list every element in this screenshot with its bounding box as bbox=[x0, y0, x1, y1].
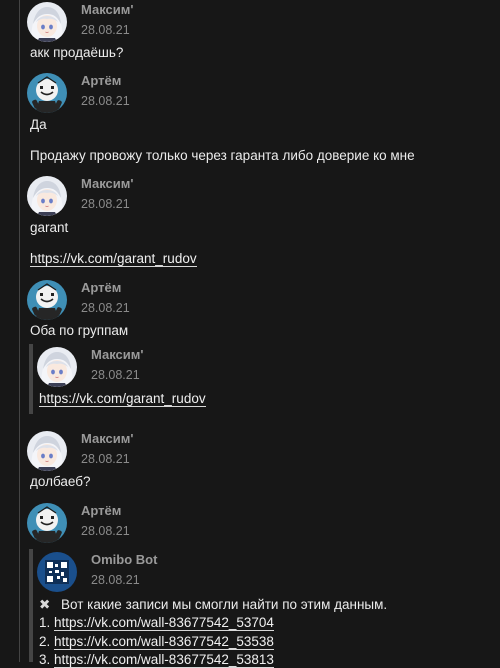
result-link[interactable]: https://vk.com/wall-83677542_53813 bbox=[54, 652, 274, 668]
result-item: 2. https://vk.com/wall-83677542_53538 bbox=[39, 634, 274, 650]
message-date: 28.08.21 bbox=[81, 524, 130, 538]
marshmello-avatar-icon bbox=[27, 280, 67, 320]
result-item: 3. https://vk.com/wall-83677542_53813 bbox=[39, 652, 274, 668]
avatar[interactable] bbox=[27, 2, 67, 42]
author-name[interactable]: Omibo Bot bbox=[91, 552, 157, 567]
author-name[interactable]: Максим' bbox=[81, 431, 133, 446]
anime-girl-avatar-icon bbox=[27, 2, 67, 42]
message-text: Оба по группам bbox=[30, 323, 129, 338]
message-link[interactable]: https://vk.com/garant_rudov bbox=[39, 391, 206, 407]
message-date: 28.08.21 bbox=[91, 368, 140, 382]
author-name[interactable]: Артём bbox=[81, 280, 121, 295]
anime-girl-avatar-icon bbox=[37, 347, 77, 387]
pin-icon: ✖ bbox=[39, 597, 51, 612]
anime-girl-avatar-icon bbox=[27, 176, 67, 216]
avatar[interactable] bbox=[27, 431, 67, 471]
author-name[interactable]: Максим' bbox=[81, 176, 133, 191]
message-link[interactable]: https://vk.com/garant_rudov bbox=[30, 251, 197, 267]
message-date: 28.08.21 bbox=[81, 197, 130, 211]
avatar[interactable] bbox=[27, 73, 67, 113]
author-name[interactable]: Максим' bbox=[81, 2, 133, 17]
message-text: акк продаёшь? bbox=[30, 45, 124, 60]
avatar[interactable] bbox=[27, 176, 67, 216]
quote-bar bbox=[29, 549, 33, 662]
result-number: 1. bbox=[39, 615, 51, 630]
bot-message-line: ✖ Вот какие записи мы смогли найти по эти… bbox=[39, 597, 387, 613]
avatar[interactable] bbox=[27, 280, 67, 320]
author-name[interactable]: Артём bbox=[81, 503, 121, 518]
message-date: 28.08.21 bbox=[81, 452, 130, 466]
result-number: 2. bbox=[39, 634, 51, 649]
message-date: 28.08.21 bbox=[81, 23, 130, 37]
author-name[interactable]: Максим' bbox=[91, 347, 143, 362]
message-text: garant bbox=[30, 220, 69, 235]
result-link[interactable]: https://vk.com/wall-83677542_53704 bbox=[54, 615, 274, 631]
message-date: 28.08.21 bbox=[81, 301, 130, 315]
message-date: 28.08.21 bbox=[91, 573, 140, 587]
result-number: 3. bbox=[39, 652, 51, 667]
thread-rail bbox=[19, 0, 20, 662]
marshmello-avatar-icon bbox=[27, 73, 67, 113]
anime-girl-avatar-icon bbox=[27, 431, 67, 471]
message-text: Да bbox=[30, 117, 47, 132]
result-link[interactable]: https://vk.com/wall-83677542_53538 bbox=[54, 634, 274, 650]
author-name[interactable]: Артём bbox=[81, 73, 121, 88]
qr-code-avatar-icon bbox=[37, 552, 77, 592]
message-text: Продажу провожу только через гаранта либ… bbox=[30, 148, 415, 163]
quote-bar bbox=[29, 344, 33, 414]
message-text: долбаеб? bbox=[30, 474, 91, 489]
marshmello-avatar-icon bbox=[27, 503, 67, 543]
avatar[interactable] bbox=[37, 552, 77, 592]
avatar[interactable] bbox=[37, 347, 77, 387]
quoted-link-line: https://vk.com/garant_rudov bbox=[39, 391, 206, 407]
avatar[interactable] bbox=[27, 503, 67, 543]
message-date: 28.08.21 bbox=[81, 94, 130, 108]
message-link-line: https://vk.com/garant_rudov bbox=[30, 251, 197, 267]
result-item: 1. https://vk.com/wall-83677542_53704 bbox=[39, 615, 274, 631]
bot-message-text: Вот какие записи мы смогли найти по этим… bbox=[61, 597, 388, 612]
